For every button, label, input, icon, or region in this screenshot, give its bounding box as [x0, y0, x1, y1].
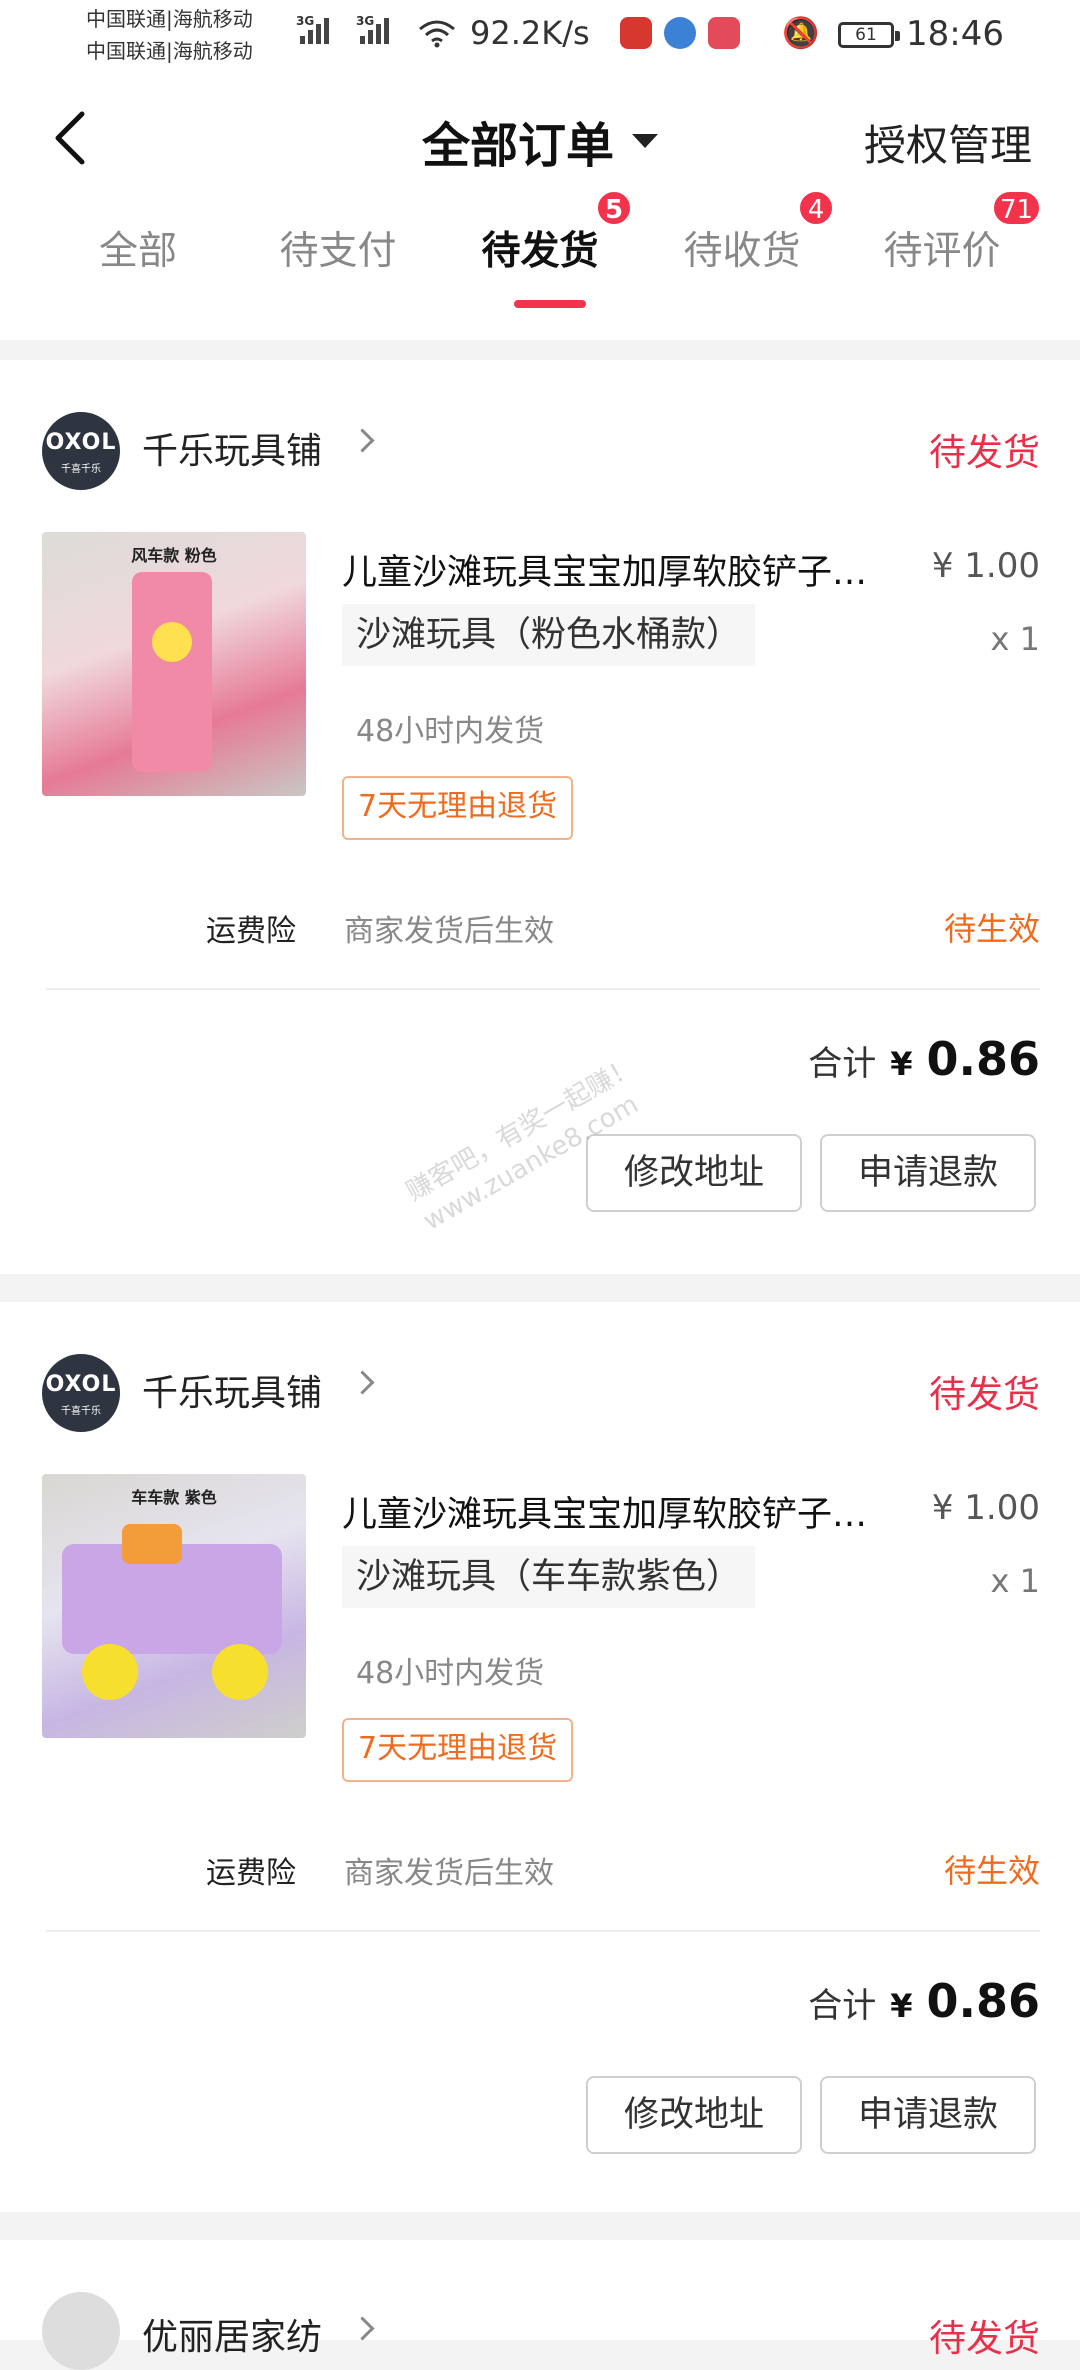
product-price: ¥ 1.00 [931, 546, 1040, 586]
count-badge: 71 [992, 190, 1042, 226]
product-title[interactable]: 儿童沙滩玩具宝宝加厚软胶铲子桶套装 [342, 1486, 882, 1537]
chevron-right-icon [350, 2316, 375, 2341]
product-sku: 沙滩玩具（粉色水桶款） [342, 604, 756, 666]
tab-pending-shipment[interactable]: 待发货 5 [440, 190, 640, 308]
count-badge: 5 [596, 190, 632, 226]
shop-name-link[interactable]: 优丽居家纺 [142, 2308, 322, 2360]
net-speed: 92.2K/s [470, 14, 590, 52]
product-price: ¥ 1.00 [931, 1488, 1040, 1528]
product-quantity: x 1 [990, 620, 1040, 658]
shipping-note: 48小时内发货 [356, 714, 545, 749]
tab-all[interactable]: 全部 [38, 220, 238, 276]
page-title: 全部订单 [421, 118, 614, 174]
order-total: 合计 ¥ 0.86 [808, 1032, 1040, 1086]
insurance-label: 运费险 [206, 914, 296, 949]
shop-name-link[interactable]: 千乐玩具铺 [142, 422, 322, 474]
modify-address-button[interactable]: 修改地址 [586, 2076, 802, 2154]
order-card: 优丽居家纺 待发货 [0, 2240, 1080, 2370]
product-image[interactable]: 风车款 粉色 [42, 532, 306, 796]
auth-manage-link[interactable]: 授权管理 [864, 112, 1032, 173]
order-tabs: 全部 待支付 待发货 5 待收货 4 待评价 71 [0, 190, 1080, 340]
order-card: OXOL 千喜千乐 千乐玩具铺 待发货 车车款 紫色 儿童沙滩玩具宝宝加厚软胶铲… [0, 1302, 1080, 2212]
order-status: 待发货 [929, 2317, 1040, 2360]
browser-icon [664, 17, 696, 49]
tab-pending-receipt[interactable]: 待收货 4 [642, 190, 842, 276]
tab-pending-review[interactable]: 待评价 71 [842, 190, 1042, 276]
chevron-right-icon [350, 1370, 375, 1395]
divider [46, 1930, 1040, 1932]
signal-icon: 3G [296, 14, 332, 44]
active-tab-indicator [514, 300, 586, 308]
shop-avatar[interactable]: OXOL 千喜千乐 [42, 1354, 120, 1432]
insurance-value: 商家发货后生效 [344, 914, 554, 949]
carrier-label: 中国联通|海航移动 [86, 7, 253, 31]
signal-icon: 3G [356, 14, 392, 44]
shop-avatar[interactable]: OXOL 千喜千乐 [42, 412, 120, 490]
header: 全部订单 授权管理 全部 待支付 待发货 5 待收货 4 待评价 71 [0, 70, 1080, 340]
product-image[interactable]: 车车款 紫色 [42, 1474, 306, 1738]
insurance-status: 待生效 [943, 1852, 1040, 1890]
return-policy-tag: 7天无理由退货 [342, 1718, 574, 1782]
count-badge: 4 [798, 190, 834, 226]
battery-icon: 61 [838, 22, 900, 48]
insurance-value: 商家发货后生效 [344, 1856, 554, 1891]
order-status: 待发货 [929, 1373, 1040, 1416]
modify-address-button[interactable]: 修改地址 [586, 1134, 802, 1212]
order-total: 合计 ¥ 0.86 [808, 1974, 1040, 2028]
reader-icon [708, 17, 740, 49]
caret-down-icon [632, 134, 658, 148]
chevron-right-icon [350, 428, 375, 453]
status-bar: 中国联通|海航移动 中国联通|海航移动 3G 3G 92.2K/s 🔕 61 1… [0, 0, 1080, 70]
bell-muted-icon: 🔕 [782, 16, 820, 51]
shipping-note: 48小时内发货 [356, 1656, 545, 1691]
wifi-icon [419, 20, 455, 48]
product-quantity: x 1 [990, 1562, 1040, 1600]
product-sku: 沙滩玩具（车车款紫色） [342, 1546, 756, 1608]
shop-name-link[interactable]: 千乐玩具铺 [142, 1364, 322, 1416]
request-refund-button[interactable]: 申请退款 [820, 1134, 1036, 1212]
tab-pending-payment[interactable]: 待支付 [238, 220, 438, 276]
carrier-label: 中国联通|海航移动 [86, 39, 253, 63]
insurance-status: 待生效 [943, 910, 1040, 948]
product-title[interactable]: 儿童沙滩玩具宝宝加厚软胶铲子桶套装 [342, 544, 882, 595]
order-status: 待发货 [929, 431, 1040, 474]
return-policy-tag: 7天无理由退货 [342, 776, 574, 840]
request-refund-button[interactable]: 申请退款 [820, 2076, 1036, 2154]
insurance-label: 运费险 [206, 1856, 296, 1891]
shop-avatar[interactable] [42, 2292, 120, 2370]
divider [46, 988, 1040, 990]
app-icon [620, 17, 652, 49]
clock: 18:46 [906, 14, 1004, 54]
